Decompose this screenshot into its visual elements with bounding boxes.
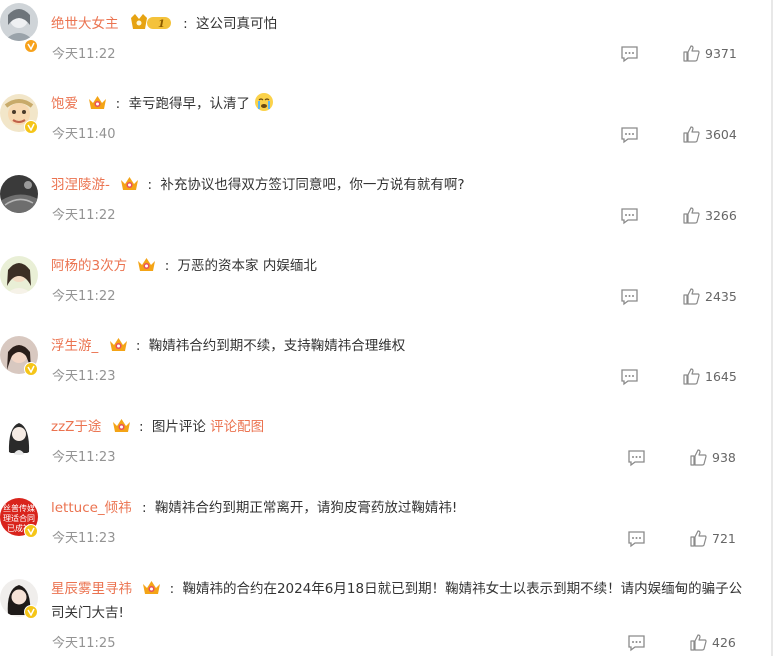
member-crown-icon	[121, 177, 139, 190]
reply-icon[interactable]	[620, 126, 639, 144]
comment-item: 绝世大女主 1 : 这公司真可怕 今天11:22 9371	[0, 0, 771, 80]
comment-line: 星辰雾里寻祎 : 鞠婧祎的合约在2024年6月18日就已到期！鞠婧祎女士以表示到…	[51, 581, 743, 621]
username[interactable]: 浮生游_	[51, 338, 98, 354]
comment-time: 今天11:22	[52, 208, 116, 223]
comment-line: zzZ于途 : 图片评论 评论配图	[51, 419, 265, 435]
svg-text:1: 1	[158, 19, 165, 30]
username[interactable]: lettuce_倾祎	[51, 500, 132, 516]
member-crown-icon	[112, 419, 130, 432]
avatar[interactable]	[0, 256, 38, 294]
member-crown-icon	[138, 258, 156, 271]
like-count: 2435	[705, 289, 737, 304]
reply-icon[interactable]	[620, 207, 639, 225]
like-count: 9371	[705, 46, 737, 61]
username[interactable]: 绝世大女主	[51, 16, 119, 32]
comment-text: 鞠婧祎合约到期不续，支持鞠婧祎合理维权	[148, 338, 406, 354]
svg-text:理适合同: 理适合同	[3, 513, 35, 523]
comment-text: 幸亏跑得早，认清了	[128, 96, 250, 112]
like-icon[interactable]	[690, 530, 707, 547]
username[interactable]: 饱爱	[51, 96, 78, 112]
like-count: 3266	[705, 208, 737, 223]
comment-text: 鞠婧祎合约到期正常离开，请狗皮膏药放过鞠婧祎!	[154, 500, 458, 516]
verified-badge-icon	[24, 605, 38, 619]
like-icon[interactable]	[690, 634, 707, 651]
reply-icon[interactable]	[627, 634, 646, 652]
comment-item: 丝普传媒 理适合同 已成被 lettuce_倾祎 : 鞠婧祎合约到期正常离开，请狗皮…	[0, 484, 771, 565]
comment-line: 绝世大女主 1 : 这公司真可怕	[51, 12, 751, 36]
verified-badge-icon	[24, 120, 38, 134]
comment-text: 补充协议也得双方签订同意吧，你一方说有就有啊?	[160, 177, 465, 193]
reply-icon[interactable]	[627, 449, 646, 467]
verified-badge-icon	[24, 362, 38, 376]
reply-icon[interactable]	[620, 45, 639, 63]
comment-item: zzZ于途 : 图片评论 评论配图 今天11:23 938	[0, 403, 771, 484]
comment-time: 今天11:23	[52, 369, 116, 384]
like-icon[interactable]	[683, 288, 700, 305]
like-icon[interactable]	[683, 207, 700, 224]
comment-time: 今天11:22	[52, 47, 116, 62]
comment-item: 羽涅陵游- : 补充协议也得双方签订同意吧，你一方说有就有啊? 今天11:22 …	[0, 161, 771, 242]
comment-item: 饱爱 : 幸亏跑得早，认清了 今天11:40 3604	[0, 80, 771, 161]
image-comment-link[interactable]: 评论配图	[210, 419, 264, 435]
comment-item: 浮生游_ : 鞠婧祎合约到期不续，支持鞠婧祎合理维权 今天11:23 1645	[0, 322, 771, 403]
comment-time: 今天11:22	[52, 289, 116, 304]
verified-badge-icon	[24, 39, 38, 53]
comment-item: 阿杨的3次方 : 万恶的资本家 内娱缅北 今天11:22 2435	[0, 242, 771, 322]
comment-time: 今天11:40	[52, 127, 116, 142]
like-count: 3604	[705, 127, 737, 142]
comment-line: 羽涅陵游- : 补充协议也得双方签订同意吧，你一方说有就有啊?	[51, 177, 465, 193]
comment-text: 图片评论	[151, 419, 206, 435]
comment-text: 这公司真可怕	[195, 16, 277, 32]
username[interactable]: zzZ于途	[51, 419, 101, 435]
like-icon[interactable]	[683, 45, 700, 62]
like-icon[interactable]	[690, 449, 707, 466]
crying-face-icon	[255, 93, 274, 111]
comment-line: 阿杨的3次方 : 万恶的资本家 内娱缅北	[51, 258, 317, 274]
verified-badge-icon	[24, 524, 38, 538]
member-crown-icon	[109, 338, 127, 351]
comment-time: 今天11:25	[52, 636, 116, 651]
member-crown-icon	[89, 96, 107, 109]
comment-time: 今天11:23	[52, 450, 116, 465]
like-count: 1645	[705, 369, 737, 384]
username[interactable]: 星辰雾里寻祎	[51, 581, 132, 597]
like-count: 721	[712, 531, 736, 546]
reply-icon[interactable]	[620, 288, 639, 306]
comment-time: 今天11:23	[52, 531, 116, 546]
comment-item: 星辰雾里寻祎 : 鞠婧祎的合约在2024年6月18日就已到期！鞠婧祎女士以表示到…	[0, 565, 771, 656]
avatar[interactable]	[0, 175, 38, 213]
comment-text: 万恶的资本家 内娱缅北	[177, 258, 317, 274]
member-crown-icon	[143, 581, 161, 594]
comment-line: 浮生游_ : 鞠婧祎合约到期不续，支持鞠婧祎合理维权	[51, 338, 406, 354]
reply-icon[interactable]	[627, 530, 646, 548]
vip-level-icon: 1	[130, 14, 171, 30]
avatar[interactable]	[0, 417, 38, 455]
like-icon[interactable]	[683, 126, 700, 143]
username[interactable]: 羽涅陵游-	[51, 177, 110, 193]
comment-line: lettuce_倾祎 : 鞠婧祎合约到期正常离开，请狗皮膏药放过鞠婧祎!	[51, 500, 458, 516]
username[interactable]: 阿杨的3次方	[51, 258, 127, 274]
like-count: 426	[712, 635, 736, 650]
like-icon[interactable]	[683, 368, 700, 385]
comment-line: 饱爱 : 幸亏跑得早，认清了	[51, 92, 751, 116]
like-count: 938	[712, 450, 736, 465]
reply-icon[interactable]	[620, 368, 639, 386]
avatar[interactable]	[0, 3, 38, 41]
avatar-text: 丝普传媒	[3, 503, 35, 513]
